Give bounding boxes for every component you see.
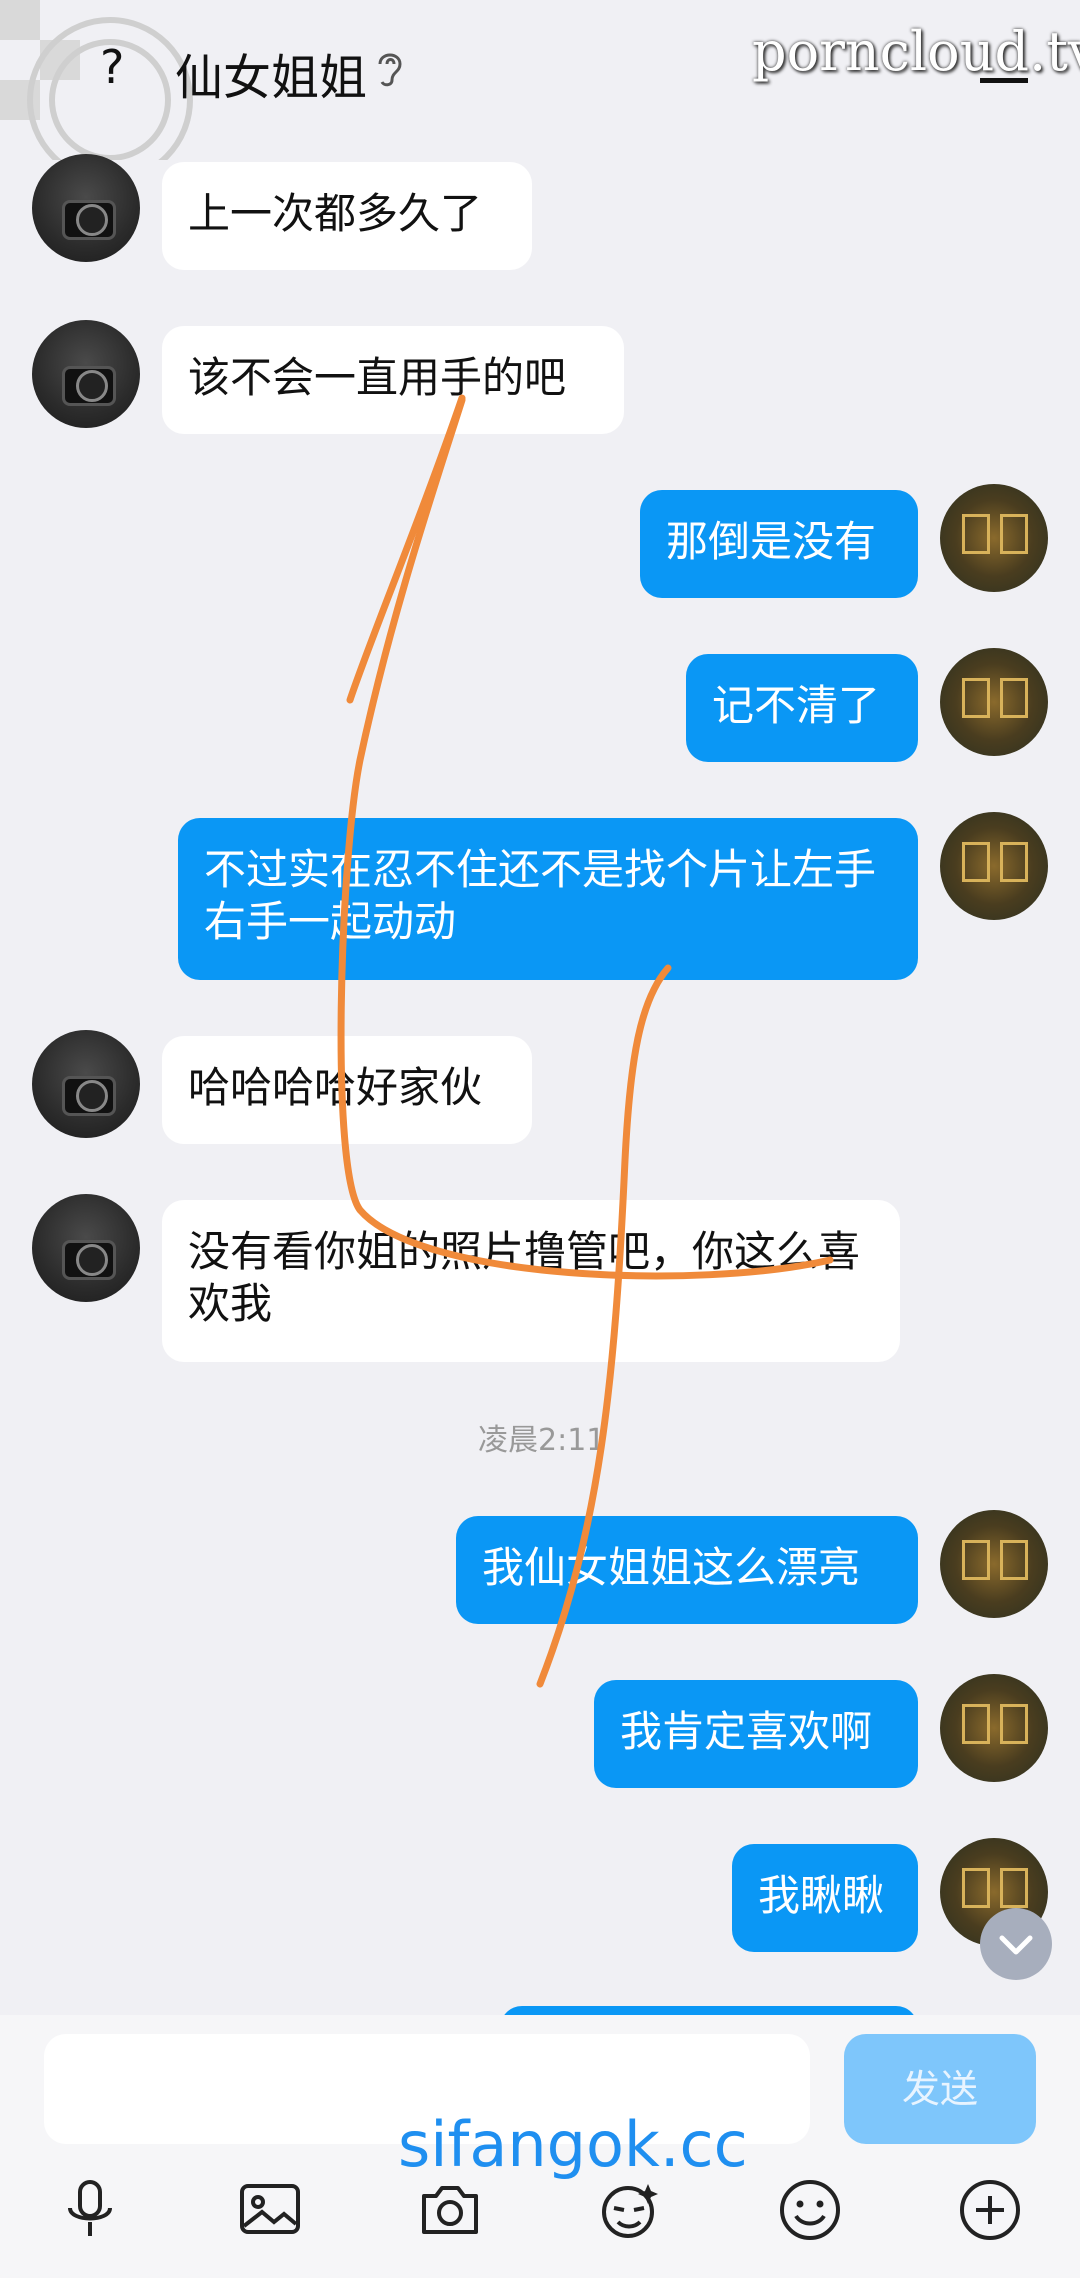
image-icon[interactable]	[236, 2176, 304, 2244]
my-avatar[interactable]	[940, 1674, 1048, 1782]
message-bubble-incoming[interactable]: 上一次都多久了	[162, 162, 532, 270]
back-button[interactable]: ?	[100, 40, 124, 94]
chat-title: 仙女姐姐	[175, 50, 368, 106]
my-avatar[interactable]	[940, 648, 1048, 756]
my-avatar[interactable]	[940, 484, 1048, 592]
message-bubble-outgoing[interactable]: 记不清了	[686, 654, 918, 762]
message-bubble-outgoing[interactable]: 不过实在忍不住还不是找个片让左手右手一起动动	[178, 818, 918, 980]
camera-icon[interactable]	[416, 2176, 484, 2244]
contact-avatar[interactable]	[32, 1030, 140, 1138]
my-avatar[interactable]	[940, 812, 1048, 920]
message-bubble-outgoing[interactable]: 我仙女姐姐这么漂亮	[456, 1516, 918, 1624]
watermark-bottom: sifangok.cc	[398, 2108, 748, 2181]
watermark-top: porncloud.tv	[752, 20, 1080, 83]
message-bubble-outgoing[interactable]: 我瞅瞅	[732, 1844, 918, 1952]
message-timestamp: 凌晨2:11	[478, 1423, 606, 1458]
contact-avatar[interactable]	[32, 1194, 140, 1302]
emoji-icon[interactable]	[776, 2176, 844, 2244]
message-bubble-outgoing[interactable]: 那倒是没有	[640, 490, 918, 598]
message-bubble-incoming[interactable]: 该不会一直用手的吧	[162, 326, 624, 434]
message-bubble-incoming[interactable]: 没有看你姐的照片撸管吧，你这么喜欢我	[162, 1200, 900, 1362]
sticker-icon[interactable]	[596, 2176, 664, 2244]
ear-icon[interactable]	[372, 48, 408, 88]
send-button[interactable]: 发送	[844, 2034, 1036, 2144]
microphone-icon[interactable]	[56, 2176, 124, 2244]
message-bubble-incoming[interactable]: 哈哈哈哈好家伙	[162, 1036, 532, 1144]
scroll-to-bottom-button[interactable]	[980, 1908, 1052, 1980]
plus-icon[interactable]	[956, 2176, 1024, 2244]
contact-avatar[interactable]	[32, 320, 140, 428]
contact-avatar[interactable]	[32, 154, 140, 262]
my-avatar[interactable]	[940, 1510, 1048, 1618]
chevron-down-icon	[999, 1935, 1033, 1955]
message-bubble-outgoing[interactable]: 我肯定喜欢啊	[594, 1680, 918, 1788]
